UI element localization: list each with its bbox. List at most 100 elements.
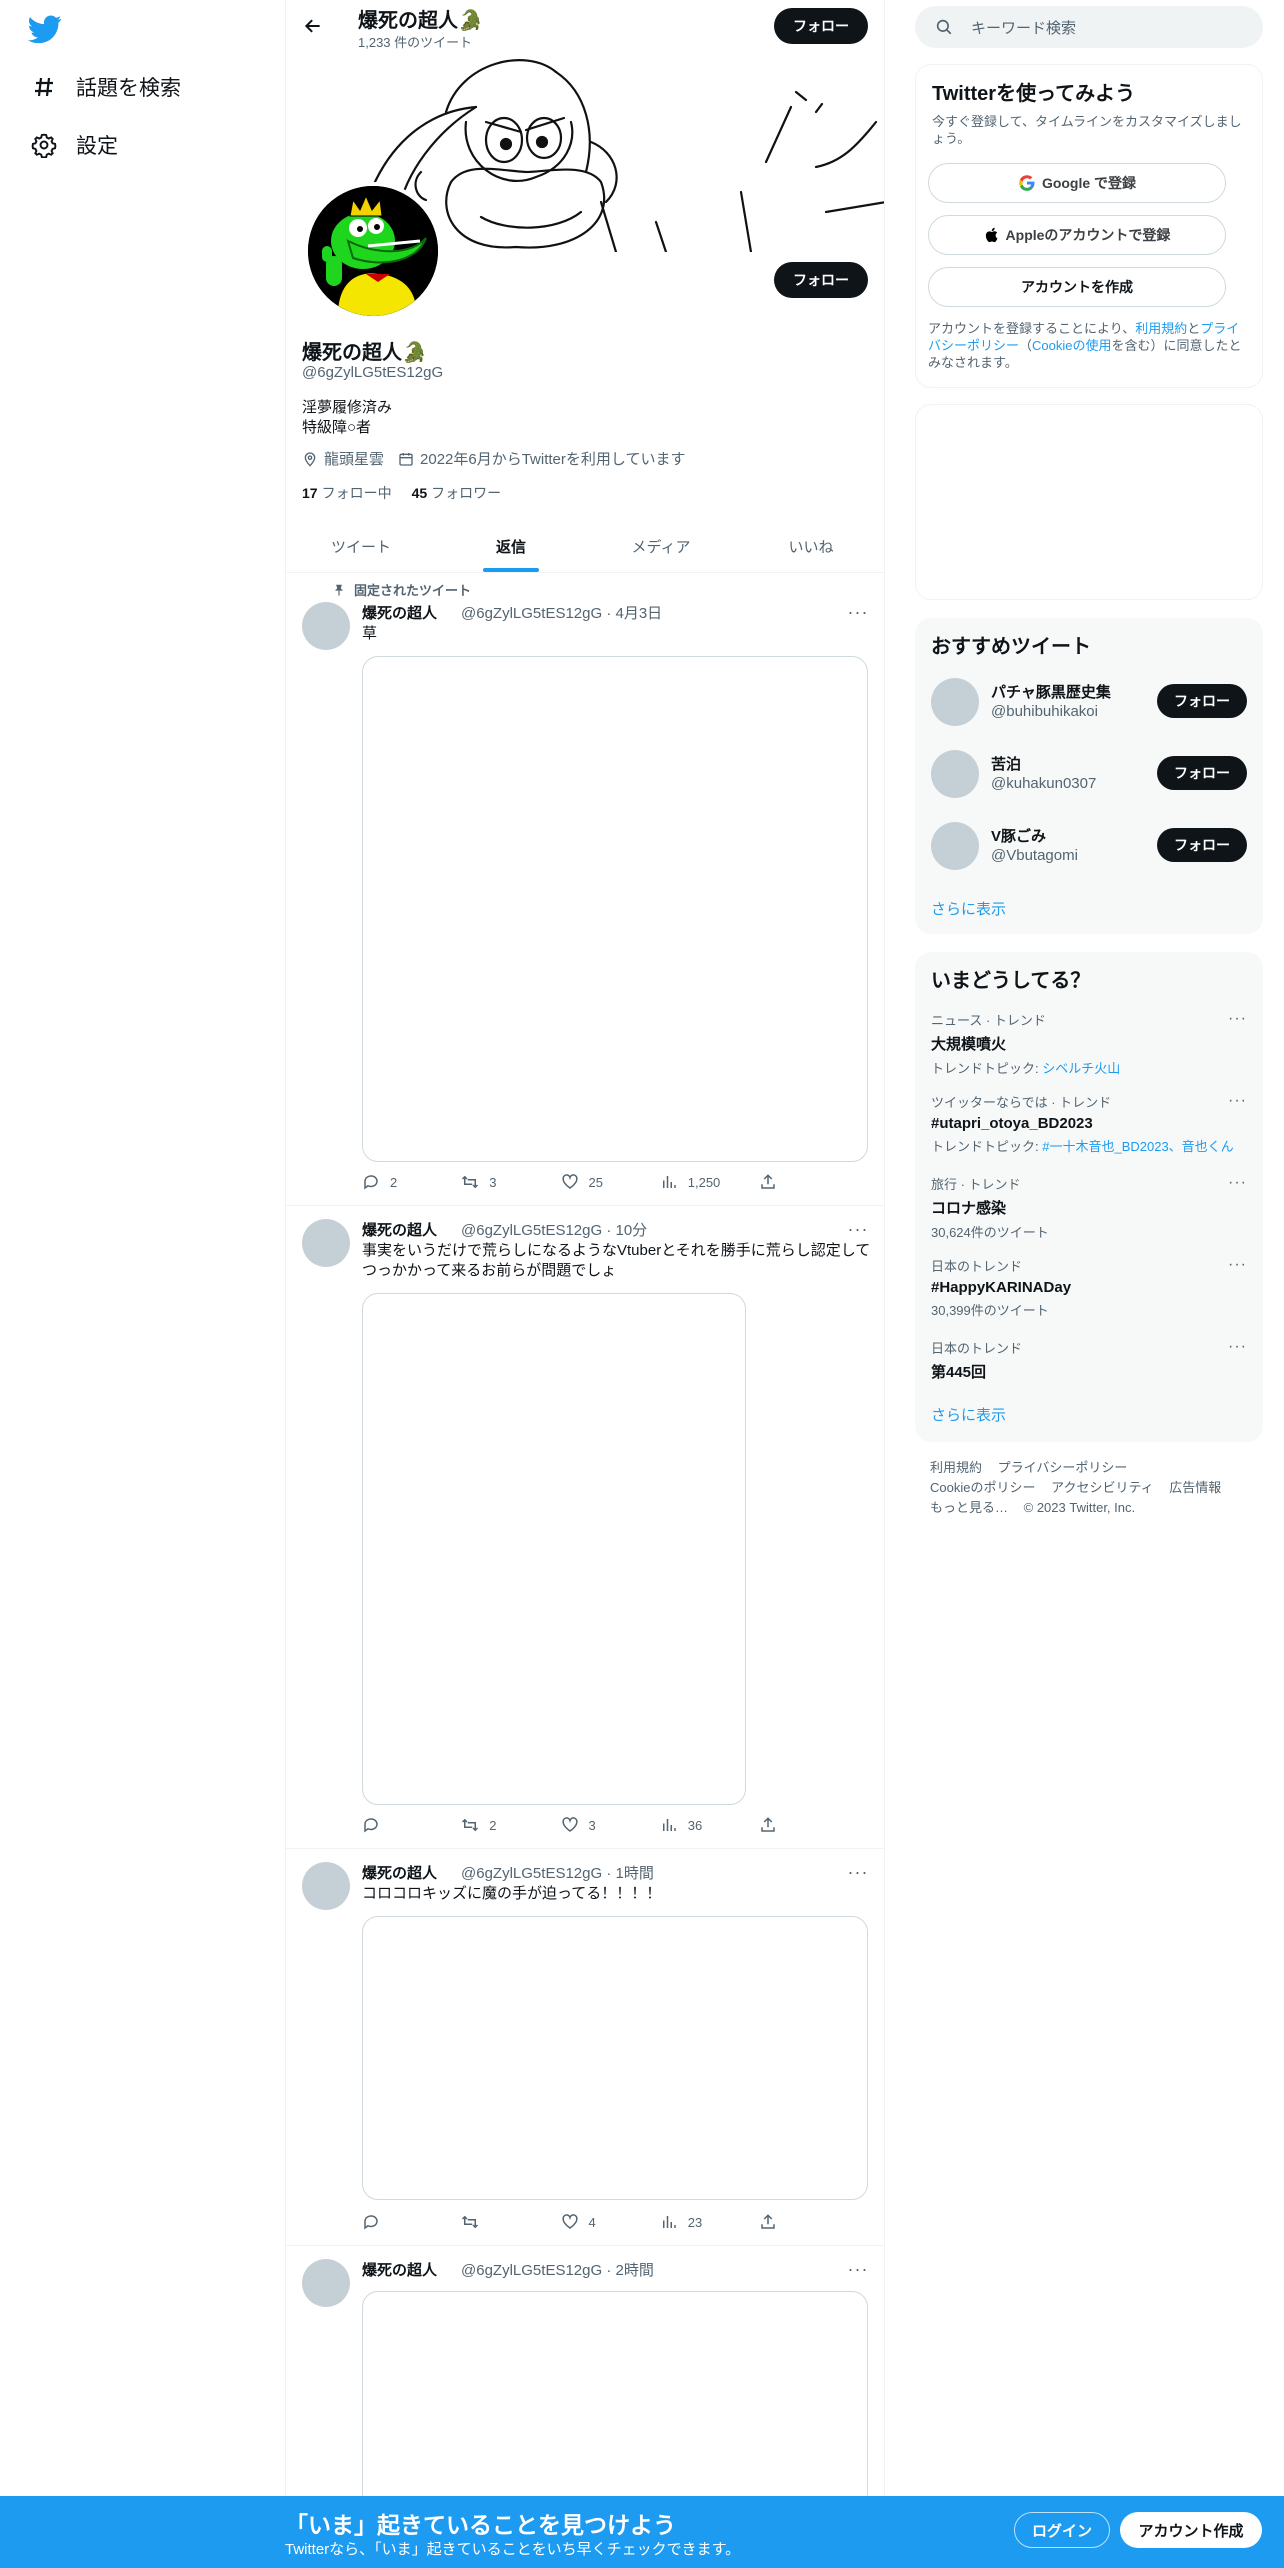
create-account-button[interactable]: アカウントを作成 [928, 267, 1226, 307]
views-button[interactable]: 1,250 [660, 1172, 730, 1192]
tweet-media[interactable] [362, 656, 868, 1162]
user-avatar[interactable] [931, 822, 979, 870]
copyright: © 2023 Twitter, Inc. [1023, 1500, 1136, 1515]
more-options-icon[interactable]: ··· [846, 2259, 870, 2279]
tweet-author-name[interactable]: 爆死の超人 [362, 602, 437, 623]
tweet-avatar[interactable] [302, 2259, 350, 2307]
more-options-icon[interactable]: ··· [1228, 1256, 1247, 1274]
profile-avatar[interactable] [304, 182, 442, 320]
more-options-icon[interactable]: ··· [846, 602, 870, 622]
share-button[interactable] [759, 2212, 787, 2232]
tweet-avatar[interactable] [302, 1862, 350, 1910]
apple-signup-button[interactable]: Appleのアカウントで登録 [928, 215, 1226, 255]
show-more-link[interactable]: さらに表示 [931, 1404, 1006, 1425]
more-options-icon[interactable]: ··· [1228, 1338, 1247, 1356]
footer-link[interactable]: Cookieのポリシー [930, 1480, 1035, 1495]
more-options-icon[interactable]: ··· [1228, 1010, 1247, 1028]
tweet-item[interactable]: 固定されたツイート 爆死の超人 @6gZylLG5tES12gG · 4月3日 … [286, 574, 884, 1206]
trend-item[interactable]: 旅行 · トレンド コロナ感染 30,624件のツイート ··· [931, 1174, 1247, 1241]
footer-link[interactable]: 利用規約 [930, 1460, 982, 1475]
cookie-link[interactable]: Cookieの使用 [1032, 338, 1111, 353]
share-button[interactable] [759, 1172, 787, 1192]
tweet-avatar[interactable] [302, 1219, 350, 1267]
retweet-button[interactable]: 2 [461, 1815, 531, 1835]
tweet-item[interactable]: 爆死の超人 @6gZylLG5tES12gG · 1時間 ··· コロコロキッズ… [286, 1850, 884, 2246]
tweet-author-name[interactable]: 爆死の超人 [362, 1219, 437, 1240]
google-icon [1019, 175, 1035, 191]
signup-subtitle: 今すぐ登録して、タイムラインをカスタマイズしましょう。 [932, 114, 1242, 146]
back-arrow-icon[interactable] [300, 13, 326, 39]
more-options-icon[interactable]: ··· [846, 1219, 870, 1239]
like-button[interactable]: 3 [561, 1815, 631, 1835]
tab-tweets[interactable]: ツイート [286, 520, 436, 572]
follow-user-button[interactable]: フォロー [1157, 684, 1247, 718]
user-avatar[interactable] [931, 678, 979, 726]
reply-button[interactable] [362, 2212, 432, 2232]
header-follow-button[interactable]: フォロー [774, 8, 868, 44]
share-button[interactable] [759, 1815, 787, 1835]
empty-panel [915, 404, 1263, 600]
who-to-follow-title: おすすめツイート [931, 636, 1091, 658]
footer-link[interactable]: 広告情報 [1169, 1480, 1221, 1495]
reply-icon [364, 2215, 378, 2230]
apple-icon [985, 227, 998, 243]
header-tweet-count: 1,233 件のツイート [358, 35, 473, 50]
trend-item[interactable]: 日本のトレンド #HappyKARINADay 30,399件のツイート ··· [931, 1256, 1247, 1319]
tweet-author-name[interactable]: 爆死の超人 [362, 1862, 437, 1883]
heart-icon [561, 2214, 578, 2229]
following-link[interactable]: 17 フォロー中 [302, 483, 392, 503]
retweet-button[interactable] [461, 2212, 531, 2232]
reply-button[interactable] [362, 1815, 432, 1835]
twitter-logo-icon[interactable] [28, 12, 62, 46]
trend-item[interactable]: ツイッターならでは · トレンド #utapri_otoya_BD2023 トレ… [931, 1092, 1247, 1155]
more-options-icon[interactable]: ··· [1228, 1174, 1247, 1192]
tweet-media[interactable] [362, 1916, 868, 2200]
follow-user-button[interactable]: フォロー [1157, 756, 1247, 790]
login-button[interactable]: ログイン [1014, 2512, 1110, 2548]
retweet-button[interactable]: 3 [461, 1172, 531, 1192]
follow-user-button[interactable]: フォロー [1157, 828, 1247, 862]
search-input[interactable]: キーワード検索 [915, 6, 1263, 48]
views-button[interactable]: 23 [660, 2212, 730, 2232]
share-icon [761, 2214, 775, 2229]
footer-link[interactable]: プライバシーポリシー [998, 1460, 1128, 1475]
tweet-avatar[interactable] [302, 602, 350, 650]
more-options-icon[interactable]: ··· [846, 1862, 870, 1882]
followers-link[interactable]: 45 フォロワー [412, 483, 502, 503]
tweet-header: 爆死の超人 @6gZylLG5tES12gG · 1時間 [362, 1862, 654, 1883]
tweet-author-name[interactable]: 爆死の超人 [362, 2259, 437, 2280]
nav-settings[interactable]: 設定 [30, 125, 118, 165]
tweet-actions: 2 3 25 1,250 [362, 1172, 787, 1192]
signup-button[interactable]: アカウント作成 [1120, 2512, 1262, 2548]
trend-item[interactable]: ニュース · トレンド 大規模噴火 トレンドトピック: シベルチ火山 ··· [931, 1010, 1247, 1077]
recommended-user[interactable]: パチャ豚黒歴史集 @buhibuhikakoi フォロー [931, 676, 1247, 728]
bar-chart-icon [662, 2216, 676, 2228]
views-button[interactable]: 36 [660, 1815, 730, 1835]
tab-likes[interactable]: いいね [736, 520, 884, 572]
like-button[interactable]: 25 [561, 1172, 631, 1192]
reply-button[interactable]: 2 [362, 1172, 432, 1192]
nav-settings-label: 設定 [76, 135, 118, 158]
tab-media[interactable]: メディア [586, 520, 736, 572]
footer-link[interactable]: アクセシビリティ [1051, 1480, 1154, 1495]
pin-icon [334, 584, 344, 596]
tweet-media[interactable] [362, 1293, 746, 1805]
tweet-item[interactable]: 爆死の超人 @6gZylLG5tES12gG · 10分 ··· 事実をいうだけ… [286, 1207, 884, 1849]
footer-link[interactable]: もっと見る… [930, 1500, 1008, 1515]
user-avatar[interactable] [931, 750, 979, 798]
like-button[interactable]: 4 [561, 2212, 631, 2232]
who-to-follow-panel: おすすめツイート パチャ豚黒歴史集 @buhibuhikakoi フォロー 苦泊… [915, 618, 1263, 934]
more-options-icon[interactable]: ··· [1228, 1092, 1247, 1110]
tweet-handle-time: @6gZylLG5tES12gG · 10分 [461, 1222, 648, 1239]
trend-item[interactable]: 日本のトレンド 第445回 ··· [931, 1338, 1247, 1382]
profile-follow-button[interactable]: フォロー [774, 262, 868, 298]
google-signup-button[interactable]: Google で登録 [928, 163, 1226, 203]
tweet-text: コロコロキッズに魔の手が迫ってる！！！！ [362, 1885, 662, 1902]
retweet-icon [462, 2215, 479, 2229]
show-more-link[interactable]: さらに表示 [931, 898, 1006, 919]
recommended-user[interactable]: V豚ごみ @Vbutagomi フォロー [931, 820, 1247, 872]
tab-replies[interactable]: 返信 [436, 520, 586, 572]
nav-explore[interactable]: 話題を検索 [30, 67, 181, 107]
recommended-user[interactable]: 苦泊 @kuhakun0307 フォロー [931, 748, 1247, 800]
terms-link[interactable]: 利用規約 [1135, 321, 1187, 336]
